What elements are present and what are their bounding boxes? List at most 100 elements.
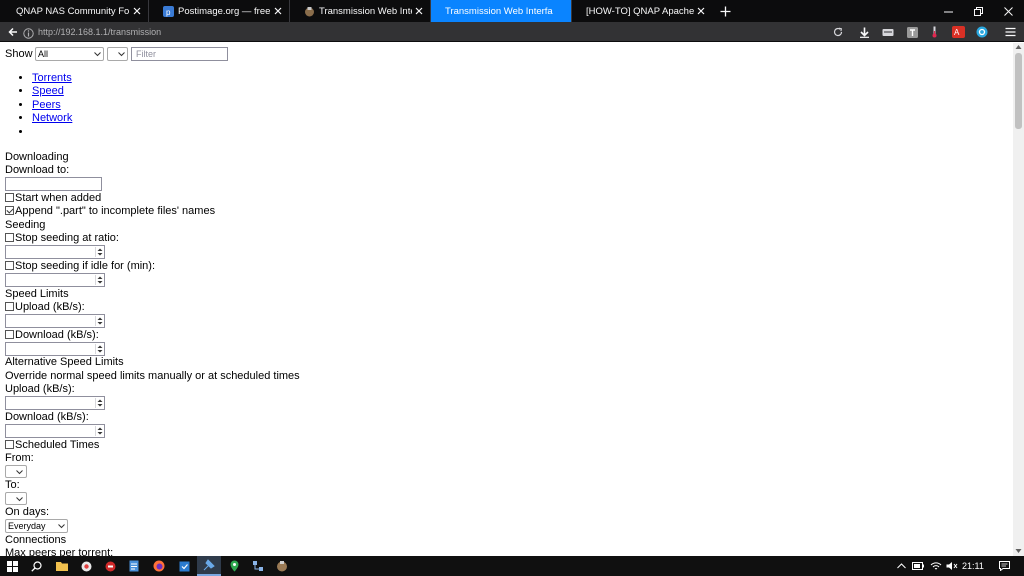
alt-download-label: Download (kB/s):	[5, 411, 89, 423]
taskbar-app-2[interactable]	[74, 556, 98, 576]
on-days-label: On days:	[5, 506, 50, 518]
library-button[interactable]	[880, 24, 896, 40]
upload-limit-checkbox[interactable]	[5, 302, 14, 311]
extension-thermometer-button[interactable]	[926, 24, 942, 40]
reload-button[interactable]	[830, 24, 846, 40]
plus-icon	[720, 6, 730, 16]
close-window-button[interactable]	[992, 0, 1024, 22]
tab-title: Transmission Web Interface	[445, 5, 553, 17]
restore-button[interactable]	[962, 0, 994, 22]
ratio-number-input[interactable]	[5, 245, 105, 259]
stop-idle-checkbox[interactable]	[5, 261, 14, 270]
append-part-checkbox[interactable]	[5, 206, 14, 215]
from-time-select[interactable]	[5, 465, 27, 478]
start-when-added-checkbox[interactable]	[5, 193, 14, 202]
peers-link[interactable]: Peers	[32, 99, 61, 111]
stop-ratio-checkbox[interactable]	[5, 233, 14, 242]
back-button[interactable]	[5, 24, 21, 40]
battery-tray-icon[interactable]	[910, 556, 926, 576]
download-to-label: Download to:	[5, 164, 70, 176]
close-icon[interactable]	[694, 4, 707, 17]
download-arrow-icon	[859, 27, 869, 38]
translate-icon: A	[951, 26, 965, 38]
extension-t-button[interactable]	[904, 24, 920, 40]
taskbar-notepad[interactable]	[122, 556, 146, 576]
restore-icon	[973, 6, 983, 16]
taskbar-file-explorer[interactable]	[50, 556, 74, 576]
scheduled-times-checkbox[interactable]	[5, 440, 14, 449]
upload-limit-input[interactable]	[5, 314, 105, 328]
scroll-down-icon[interactable]	[1015, 548, 1022, 554]
network-link[interactable]: Network	[32, 112, 72, 124]
transmission-icon	[277, 561, 287, 572]
tab-transmission-active[interactable]: Transmission Web Interface	[430, 0, 571, 22]
action-center-button[interactable]	[994, 556, 1014, 576]
url-field[interactable]: http://192.168.1.1/transmission	[38, 26, 161, 38]
taskbar-firefox[interactable]	[147, 556, 171, 576]
stop-idle-label: Stop seeding if idle for (min):	[15, 260, 156, 272]
download-dir-input[interactable]	[5, 177, 102, 191]
taskbar-active-app[interactable]	[197, 556, 221, 576]
tool-icon	[203, 559, 215, 571]
volume-tray-icon[interactable]	[944, 556, 960, 576]
start-button[interactable]	[0, 556, 24, 576]
translate-extension-button[interactable]: A	[950, 24, 966, 40]
close-icon[interactable]	[271, 4, 284, 17]
search-button[interactable]	[24, 556, 48, 576]
show-filter-select[interactable]: All	[35, 47, 104, 61]
taskbar-app-network[interactable]	[246, 556, 270, 576]
vertical-scrollbar[interactable]	[1013, 43, 1024, 556]
alt-upload-input[interactable]	[5, 396, 105, 410]
sync-icon	[976, 26, 988, 38]
alt-download-input[interactable]	[5, 424, 105, 438]
minimize-button[interactable]	[932, 0, 964, 22]
spinner-arrows-icon[interactable]	[95, 247, 103, 257]
to-time-select[interactable]	[5, 492, 27, 505]
scroll-thumb[interactable]	[1015, 53, 1022, 129]
download-limit-checkbox[interactable]	[5, 330, 14, 339]
scroll-up-icon[interactable]	[1015, 44, 1022, 50]
close-icon[interactable]	[130, 4, 143, 17]
download-limit-input[interactable]	[5, 342, 105, 356]
spinner-arrows-icon[interactable]	[95, 275, 103, 285]
chevron-down-icon	[16, 497, 23, 502]
to-label: To:	[5, 479, 20, 491]
torrents-link[interactable]: Torrents	[32, 72, 72, 84]
on-days-value: Everyday	[8, 521, 46, 531]
tab-transmission-1[interactable]: Transmission Web Interface	[289, 0, 430, 22]
nav-item-peers: Peers	[32, 99, 72, 112]
tracker-filter-select[interactable]	[107, 47, 128, 61]
tab-title: Transmission Web Interface	[319, 5, 412, 17]
taskbar-app-3[interactable]	[98, 556, 122, 576]
download-limit-label: Download (kB/s):	[15, 329, 99, 341]
idle-number-input[interactable]	[5, 273, 105, 287]
reload-icon	[833, 27, 843, 37]
spinner-arrows-icon[interactable]	[95, 398, 103, 408]
taskbar-transmission[interactable]	[270, 556, 294, 576]
menu-button[interactable]	[1002, 24, 1018, 40]
taskbar-app-shield[interactable]	[172, 556, 196, 576]
new-tab-button[interactable]	[712, 0, 738, 22]
tab-qnap-howto[interactable]: [HOW-TO] QNAP Apache Rever	[571, 0, 712, 22]
tab-qnap-forum[interactable]: QNAP NAS Community Forum -	[0, 0, 148, 22]
taskbar-app-map[interactable]	[222, 556, 246, 576]
append-part-row: Append ".part" to incomplete files' name…	[5, 205, 215, 218]
tab-postimage[interactable]: p Postimage.org — free imag	[148, 0, 289, 22]
network-icon	[253, 561, 263, 571]
filter-input[interactable]: Filter	[131, 47, 228, 61]
minimize-icon	[943, 11, 953, 12]
spinner-arrows-icon[interactable]	[95, 344, 103, 354]
on-days-select[interactable]: Everyday	[5, 519, 68, 533]
wifi-tray-icon[interactable]	[928, 556, 944, 576]
downloads-button[interactable]	[856, 24, 872, 40]
spinner-arrows-icon[interactable]	[95, 316, 103, 326]
taskbar-clock[interactable]: 21:11	[962, 560, 984, 572]
speed-link[interactable]: Speed	[32, 85, 64, 97]
close-icon[interactable]	[412, 4, 425, 17]
spinner-arrows-icon[interactable]	[95, 426, 103, 436]
info-icon[interactable]	[23, 26, 35, 39]
speaker-mute-icon	[946, 562, 958, 570]
sync-extension-button[interactable]	[974, 24, 990, 40]
show-hidden-icons-button[interactable]	[894, 556, 908, 576]
navigation-toolbar: http://192.168.1.1/transmission A	[0, 22, 1024, 42]
